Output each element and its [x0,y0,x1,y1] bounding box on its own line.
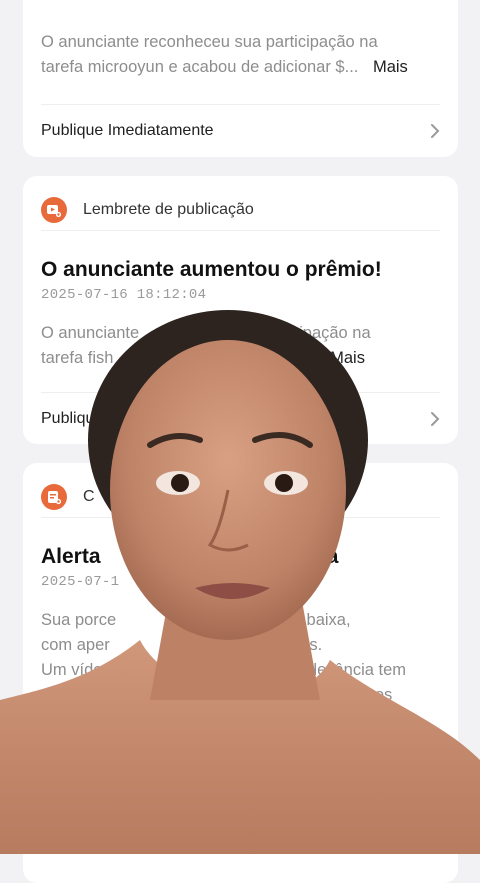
card-2-title: O anunciante aumentou o prêmio! [41,258,382,281]
card-1-body: O anunciante reconheceu sua participação… [41,30,442,80]
card-2-header-label: Lembrete de publicação [83,201,254,218]
card-3-body-line3-end: o de relevância tem [262,661,407,679]
card-2-body-line1-wrap: O anunciante participação na [41,321,442,346]
video-badge-icon [41,197,67,223]
card-2-body-line1: O anunciante [41,324,140,342]
card-2-body-line2-wrap: tarefa fish cionar $... Mais [41,346,442,371]
card-2-more-link[interactable]: Mais [330,349,365,367]
card-1-publish-row[interactable]: Publique Imediatamente [41,104,440,157]
card-3-body-line1-start: Sua porce [41,611,117,629]
card-3-body-line2-start: com aper [41,636,110,654]
card-3-title-start: Alerta [41,545,101,568]
card-1-body-line1: O anunciante reconheceu sua participação… [41,33,378,51]
card-2-body-line2: tarefa fish [41,349,114,367]
notification-card-2[interactable]: Lembrete de publicação O anunciante aume… [23,176,458,444]
card-3-body-line4-wrap: e pode afetar os [41,683,442,708]
card-3-body-line1-end: antes está baixa, [225,611,351,629]
card-1-body-line2: tarefa microoyun e acabou de adicionar $… [41,58,359,76]
card-2-body-line1-end: participação na [258,324,371,342]
card-3-body-line2-wrap: com aper 14 dias. [41,633,442,658]
card-3-body-line3-wrap: Um víde o de relevância tem [41,658,442,683]
card-1-more-link[interactable]: Mais [373,58,408,76]
card-2-publish-label: Publique [41,410,104,427]
card-3-title: Alerta ncia [41,545,446,569]
card-3-header-label: C [83,488,95,505]
chevron-right-icon [431,124,440,138]
document-badge-icon [41,484,67,510]
card-3-header: C [41,477,440,518]
card-2-header: Lembrete de publicação [41,190,440,231]
card-3-body-line2-end: 14 dias. [264,636,323,654]
card-1-body-line2-wrap: tarefa microoyun e acabou de adicionar $… [41,55,442,80]
notification-card-1[interactable]: O anunciante reconheceu sua participação… [23,0,458,157]
card-3-body-line4-end: e pode afetar os [273,686,393,704]
card-3-body-line3-start: Um víde [41,661,103,679]
card-2-timestamp: 2025-07-16 18:12:04 [41,287,207,303]
card-1-publish-label: Publique Imediatamente [41,122,214,139]
card-2-body: O anunciante participação na tarefa fish… [41,321,442,371]
card-3-title-end: ncia [296,545,339,568]
card-3-body-line1-wrap: Sua porce antes está baixa, [41,608,442,633]
card-2-body-line2-end: cionar $... [243,349,316,367]
card-3-timestamp: 2025-07-1 [41,574,120,590]
chevron-right-icon [431,412,440,426]
card-2-publish-row[interactable]: Publique [41,392,440,444]
notification-card-3[interactable]: C Alerta ncia 2025-07-1 Sua porce antes … [23,463,458,883]
card-3-body: Sua porce antes está baixa, com aper 14 … [41,608,442,708]
